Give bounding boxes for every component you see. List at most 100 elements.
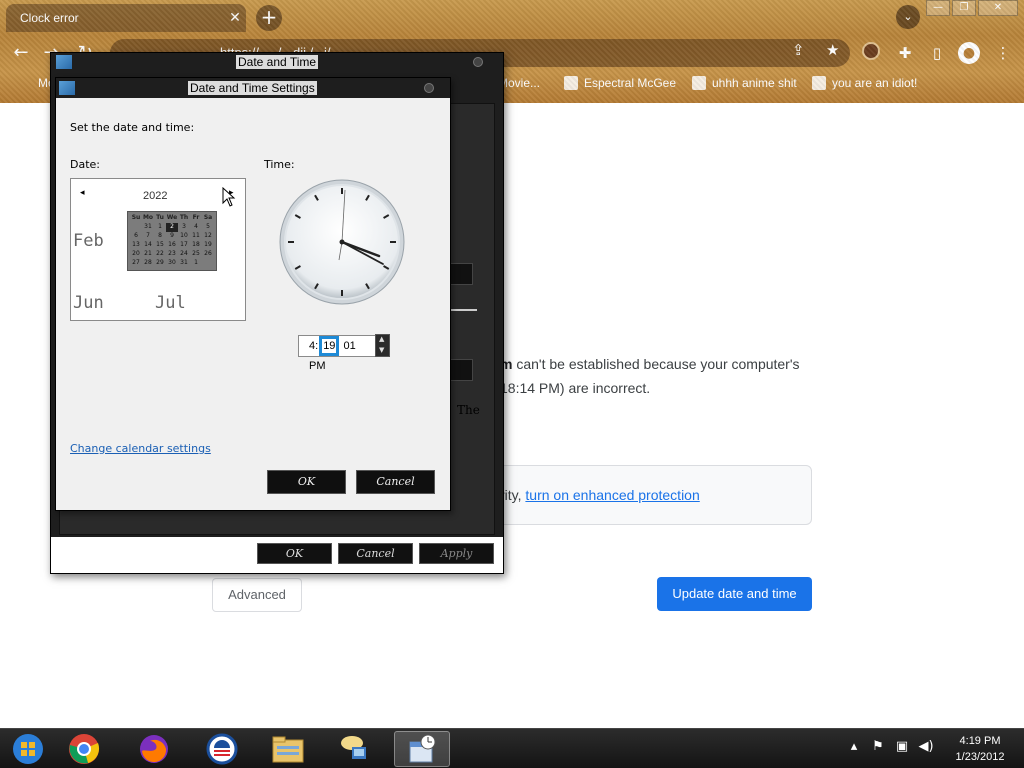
bookmark-label: uhhh anime shit: [712, 76, 797, 90]
calendar-control[interactable]: ◂ 2022 ▸ Feb Jun Jul Su Mo Tu We Th Fr Sa 31 1 2 3…: [70, 178, 246, 321]
calendar-day[interactable]: 6: [130, 232, 142, 241]
calendar-day[interactable]: 29: [154, 259, 166, 268]
change-date-time-button[interactable]: [449, 263, 473, 285]
side-panel-icon[interactable]: ▯: [924, 40, 950, 66]
calendar-day[interactable]: 25: [190, 250, 202, 259]
ok-button[interactable]: OK: [267, 470, 346, 494]
enhanced-protection-link[interactable]: turn on enhanced protection: [525, 487, 699, 503]
tab-clock-error[interactable]: Clock error ✕: [6, 4, 246, 32]
calendar-day[interactable]: 13: [130, 241, 142, 250]
previous-icon[interactable]: ◂: [80, 188, 85, 198]
minimize-button[interactable]: —: [926, 0, 950, 16]
calendar-day[interactable]: 24: [178, 250, 190, 259]
extension-avatar-icon[interactable]: [862, 42, 880, 60]
network-tray-icon[interactable]: ▣: [893, 739, 911, 754]
spin-up-icon[interactable]: ▲: [379, 335, 384, 343]
cancel-button[interactable]: Cancel: [356, 470, 435, 494]
update-date-time-button[interactable]: Update date and time: [657, 577, 812, 611]
advanced-button[interactable]: Advanced: [212, 578, 302, 612]
tray-clock[interactable]: 4:19 PM 1/23/2012: [944, 733, 1016, 765]
calendar-day[interactable]: 30: [166, 259, 178, 268]
calendar-day[interactable]: 4: [190, 223, 202, 232]
calendar-day[interactable]: 2: [166, 223, 178, 232]
apply-button[interactable]: Apply: [419, 543, 494, 564]
bookmark-star-icon[interactable]: ★: [826, 36, 839, 64]
bookmark-item[interactable]: you are an idiot!: [812, 76, 917, 90]
change-calendar-settings-link[interactable]: Change calendar settings: [70, 442, 211, 455]
calendar-day[interactable]: 26: [202, 250, 214, 259]
tray-time: 4:19 PM: [959, 735, 1001, 747]
calendar-day[interactable]: 8: [154, 232, 166, 241]
calendar-day[interactable]: 7: [142, 232, 154, 241]
calendar-day[interactable]: 22: [154, 250, 166, 259]
bookmark-item[interactable]: uhhh anime shit: [692, 76, 797, 90]
tab-search-icon[interactable]: ⌄: [896, 5, 920, 29]
calendar-day[interactable]: 31: [142, 223, 154, 232]
calendar-day[interactable]: [130, 223, 142, 232]
calendar-day[interactable]: 27: [130, 259, 142, 268]
tray-date: 1/23/2012: [955, 751, 1005, 763]
obama-logo-icon[interactable]: [194, 731, 250, 767]
cancel-button[interactable]: Cancel: [338, 543, 413, 564]
close-window-button[interactable]: ✕: [978, 0, 1018, 16]
chevron-up-icon[interactable]: ▴: [845, 739, 863, 754]
taskbar: ▴ ⚑ ▣ ◀) 4:19 PM 1/23/2012: [0, 728, 1024, 768]
calendar-day[interactable]: 15: [154, 241, 166, 250]
calendar-day[interactable]: 19: [202, 241, 214, 250]
calendar-day[interactable]: 21: [142, 250, 154, 259]
time-input[interactable]: 4: 19 01 PM: [298, 335, 376, 372]
calendar-day-grid[interactable]: Su Mo Tu We Th Fr Sa 31 1 2 3 4 5 6 7 8 9 10 11 12 13 14 15 16 1…: [127, 211, 217, 271]
menu-icon[interactable]: ⋮: [990, 40, 1016, 66]
bookmark-label: Movie...: [498, 76, 541, 90]
dialog-partial-text: The: [457, 403, 480, 417]
calendar-day[interactable]: 5: [202, 223, 214, 232]
close-dialog-button[interactable]: [424, 83, 434, 93]
calendar-day[interactable]: 18: [190, 241, 202, 250]
volume-icon[interactable]: ◀): [917, 739, 935, 754]
start-orb-icon[interactable]: [0, 731, 56, 767]
calendar-month-jul[interactable]: Jul: [155, 293, 186, 313]
calendar-day[interactable]: 14: [142, 241, 154, 250]
calendar-weekday-header: Sa: [203, 214, 213, 221]
calendar-day[interactable]: 10: [178, 232, 190, 241]
calendar-day[interactable]: 3: [178, 223, 190, 232]
time-spinner[interactable]: ▲ ▼: [375, 334, 390, 357]
time-minutes-selected[interactable]: 19: [319, 336, 340, 356]
calendar-day[interactable]: 31: [178, 259, 190, 268]
dialog-title: Date and Time: [236, 55, 319, 69]
new-tab-button[interactable]: +: [256, 5, 282, 31]
calendar-day[interactable]: 1: [190, 259, 202, 268]
calendar-day[interactable]: 11: [190, 232, 202, 241]
calendar-month-feb[interactable]: Feb: [73, 231, 104, 251]
calendar-clock-icon[interactable]: [394, 731, 450, 767]
calendar-day[interactable]: 9: [166, 232, 178, 241]
calendar-day[interactable]: [202, 259, 214, 268]
bookmark-item[interactable]: Espectral McGee: [564, 76, 676, 90]
spin-down-icon[interactable]: ▼: [379, 346, 384, 354]
calendar-day[interactable]: 12: [202, 232, 214, 241]
extensions-icon[interactable]: ✚: [892, 40, 918, 66]
profile-icon[interactable]: ●: [958, 42, 980, 64]
firefox-icon[interactable]: [126, 731, 182, 767]
close-dialog-button[interactable]: [473, 57, 483, 67]
tab-close-icon[interactable]: ✕: [224, 10, 246, 26]
chrome-icon[interactable]: [56, 731, 112, 767]
calendar-day[interactable]: 16: [166, 241, 178, 250]
back-icon[interactable]: ←: [8, 40, 34, 66]
calendar-day[interactable]: 17: [178, 241, 190, 250]
calendar-month-jun[interactable]: Jun: [73, 293, 104, 313]
bookmark-item[interactable]: Movie...: [498, 76, 540, 90]
calendar-day[interactable]: 1: [154, 223, 166, 232]
tab-title: Clock error: [20, 11, 79, 25]
share-icon[interactable]: ⇪: [792, 36, 805, 64]
calendar-day[interactable]: 23: [166, 250, 178, 259]
flag-icon[interactable]: ⚑: [869, 739, 887, 754]
ok-button[interactable]: OK: [257, 543, 332, 564]
calendar-day[interactable]: 20: [130, 250, 142, 259]
maximize-button[interactable]: ❐: [952, 0, 976, 16]
change-time-zone-button[interactable]: [449, 359, 473, 381]
network-icon[interactable]: [326, 731, 382, 767]
calendar-day[interactable]: 28: [142, 259, 154, 268]
calendar-year[interactable]: 2022: [143, 190, 167, 202]
file-explorer-icon[interactable]: [260, 731, 316, 767]
